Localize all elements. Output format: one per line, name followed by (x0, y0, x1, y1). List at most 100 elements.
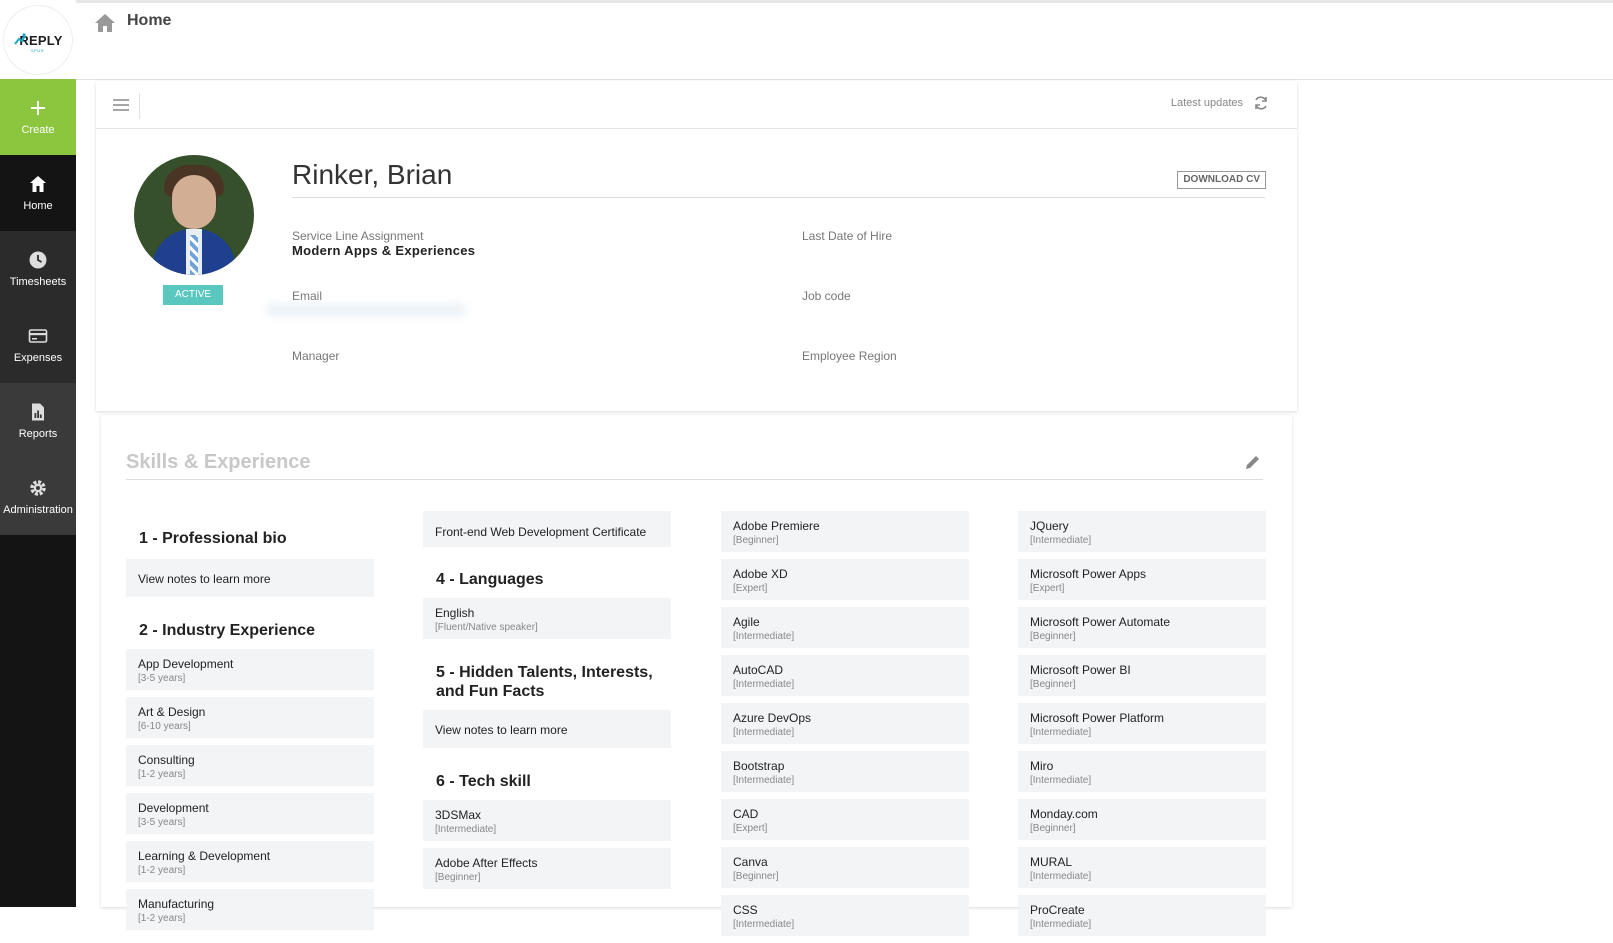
talents-notes-tile[interactable]: View notes to learn more (423, 710, 671, 748)
job-code-label: Job code (802, 289, 851, 303)
list-item[interactable]: Canva [Beginner] (721, 847, 969, 888)
item-name: Azure DevOps (733, 711, 812, 725)
item-name: English (435, 606, 475, 620)
nav-home-label: Home (23, 200, 53, 212)
list-item[interactable]: Monday.com [Beginner] (1018, 799, 1266, 840)
item-name: AutoCAD (733, 663, 784, 677)
sidebar: REPLY SPUR Create Home Timesheets Expens… (0, 0, 76, 907)
item-name: ProCreate (1030, 903, 1085, 917)
item-level: [Expert] (733, 823, 768, 834)
avatar-tie (190, 235, 198, 275)
latest-updates-link[interactable]: Latest updates (1171, 97, 1243, 109)
nav-reports[interactable]: Reports (0, 383, 76, 459)
item-level: [3-5 years] (138, 673, 186, 684)
item-name: CAD (733, 807, 759, 821)
list-item[interactable]: Art & Design [6-10 years] (126, 697, 374, 738)
certificate-tile[interactable]: Front-end Web Development Certificate (423, 511, 671, 547)
report-file-icon (32, 403, 44, 421)
status-badge: ACTIVE (163, 285, 223, 305)
last-hire-label: Last Date of Hire (802, 229, 893, 243)
list-item[interactable]: ProCreate [Intermediate] (1018, 895, 1266, 936)
item-level: [1-2 years] (138, 913, 186, 924)
item-level: [Expert] (733, 583, 768, 594)
list-item[interactable]: Microsoft Power Apps [Expert] (1018, 559, 1266, 600)
item-name: Microsoft Power Apps (1030, 567, 1147, 581)
nav-expenses[interactable]: Expenses (0, 307, 76, 383)
home-breadcrumb-icon[interactable] (94, 13, 116, 33)
nav-create[interactable]: Create (0, 79, 76, 155)
item-level: [Beginner] (1030, 823, 1076, 834)
item-level: [Beginner] (733, 871, 779, 882)
item-name: Art & Design (138, 705, 206, 719)
list-item[interactable]: Adobe XD [Expert] (721, 559, 969, 600)
download-cv-button[interactable]: DOWNLOAD CV (1177, 171, 1266, 189)
list-item[interactable]: English [Fluent/Native speaker] (423, 598, 671, 639)
skills-column-4: JQuery [Intermediate] Microsoft Power App… (1018, 511, 1266, 943)
item-level: [Intermediate] (1030, 871, 1092, 882)
nav-home[interactable]: Home (0, 155, 76, 231)
item-name: Microsoft Power BI (1030, 663, 1131, 677)
refresh-icon[interactable] (1253, 95, 1269, 111)
nav-expenses-label: Expenses (13, 352, 63, 364)
hamburger-menu-icon[interactable] (112, 97, 130, 113)
skills-column-3: Adobe Premiere [Beginner] Adobe XD [Expert… (721, 511, 969, 943)
list-item[interactable]: Microsoft Power Platform [Intermediate] (1018, 703, 1266, 744)
list-item[interactable]: JQuery [Intermediate] (1018, 511, 1266, 552)
list-item[interactable]: Consulting [1-2 years] (126, 745, 374, 786)
item-name: Manufacturing (138, 897, 215, 911)
nav-administration[interactable]: Administration (0, 459, 76, 535)
list-item[interactable]: App Development [3-5 years] (126, 649, 374, 690)
industry-experience-heading: 2 - Industry Experience (139, 622, 316, 639)
list-item[interactable]: Bootstrap [Intermediate] (721, 751, 969, 792)
item-level: [3-5 years] (138, 817, 186, 828)
skills-title: Skills & Experience (126, 451, 311, 473)
list-item[interactable]: Adobe After Effects [Beginner] (423, 848, 671, 889)
item-level: [Beginner] (1030, 679, 1076, 690)
list-item[interactable]: CSS [Intermediate] (721, 895, 969, 936)
list-item[interactable]: CAD [Expert] (721, 799, 969, 840)
bio-notes-tile[interactable]: View notes to learn more (126, 559, 374, 597)
item-level: [Beginner] (733, 535, 779, 546)
item-level: [Beginner] (435, 872, 481, 883)
item-name: Agile (733, 615, 760, 629)
nav-timesheets[interactable]: Timesheets (0, 231, 76, 307)
skills-divider (126, 479, 1263, 480)
avatar (134, 155, 254, 275)
item-level: [1-2 years] (138, 865, 186, 876)
list-item[interactable]: AutoCAD [Intermediate] (721, 655, 969, 696)
certificate-name: Front-end Web Development Certificate (435, 525, 647, 539)
home-icon (30, 176, 46, 192)
list-item[interactable]: Miro [Intermediate] (1018, 751, 1266, 792)
list-item[interactable]: Microsoft Power Automate [Beginner] (1018, 607, 1266, 648)
list-item[interactable]: Agile [Intermediate] (721, 607, 969, 648)
list-item[interactable]: Manufacturing [1-2 years] (126, 889, 374, 930)
list-item[interactable]: Development [3-5 years] (126, 793, 374, 834)
item-name: Adobe After Effects (435, 856, 538, 870)
list-item[interactable]: Azure DevOps [Intermediate] (721, 703, 969, 744)
item-name: App Development (138, 657, 234, 671)
item-level: [Intermediate] (733, 775, 795, 786)
pencil-edit-icon[interactable] (1244, 453, 1262, 471)
item-level: [Expert] (1030, 583, 1065, 594)
list-item[interactable]: Adobe Premiere [Beginner] (721, 511, 969, 552)
toolbar-divider (139, 93, 140, 119)
list-item[interactable]: Microsoft Power BI [Beginner] (1018, 655, 1266, 696)
list-item[interactable]: Learning & Development [1-2 years] (126, 841, 374, 882)
item-level: [Intermediate] (733, 679, 795, 690)
toolbar: Latest updates (96, 81, 1297, 129)
employee-region-label: Employee Region (802, 349, 897, 363)
logo-subtext: SPUR (31, 48, 45, 53)
logo[interactable]: REPLY SPUR (4, 6, 72, 74)
logo-area: REPLY SPUR (0, 0, 76, 79)
nav-timesheets-label: Timesheets (9, 276, 67, 288)
item-name: Bootstrap (733, 759, 785, 773)
bio-notes-text: View notes to learn more (138, 572, 271, 586)
item-level: [Intermediate] (1030, 727, 1092, 738)
item-name: JQuery (1030, 519, 1069, 533)
item-name: Monday.com (1030, 807, 1098, 821)
list-item[interactable]: 3DSMax [Intermediate] (423, 800, 671, 841)
list-item[interactable]: MURAL [Intermediate] (1018, 847, 1266, 888)
item-name: Miro (1030, 759, 1054, 773)
item-level: [Intermediate] (733, 631, 795, 642)
item-level: [1-2 years] (138, 769, 186, 780)
